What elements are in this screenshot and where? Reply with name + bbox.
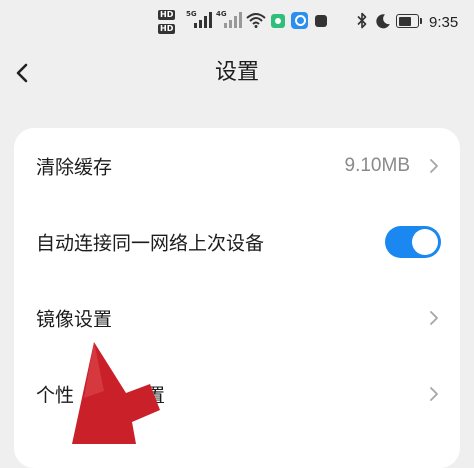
chevron-right-icon [430,311,438,325]
battery-level [399,17,411,26]
setting-label: 清除缓存 [36,156,113,179]
app-notification-icon [271,14,285,28]
bluetooth-icon [357,12,367,29]
toggle-knob [412,229,438,255]
setting-personalization[interactable]: 个性 置 [14,356,460,432]
setting-label: 自动连接同一网络上次设备 [36,232,265,255]
hd2-icon: HD [158,24,176,34]
setting-label-head: 个性 [36,384,75,407]
chevron-right-icon [430,387,438,401]
setting-label: 镜像设置 [36,308,113,331]
search-app-icon [291,12,308,29]
battery-icon [396,14,422,28]
setting-clear-cache[interactable]: 清除缓存 9.10MB [14,128,460,204]
moon-icon [376,14,390,29]
cache-size-value: 9.10MB [344,155,410,176]
settings-card: 清除缓存 9.10MB 自动连接同一网络上次设备 镜像设置 个性 置 [14,128,460,468]
hd1-icon: HD [158,10,176,20]
status-bar: HD HD 5G 4G 9:35 [0,0,474,44]
auto-connect-toggle[interactable] [385,226,441,258]
status-time: 9:35 [429,14,459,31]
setting-auto-connect: 自动连接同一网络上次设备 [14,204,460,280]
page-title: 设置 [214,60,259,85]
setting-mirror[interactable]: 镜像设置 [14,280,460,356]
app-notification-icon-dark [315,15,327,27]
setting-label: 个性 置 [36,381,165,408]
chevron-right-icon [430,159,438,173]
title-bar: 设置 [0,48,474,98]
setting-label-tail: 置 [146,384,166,407]
wifi-icon [246,13,266,28]
